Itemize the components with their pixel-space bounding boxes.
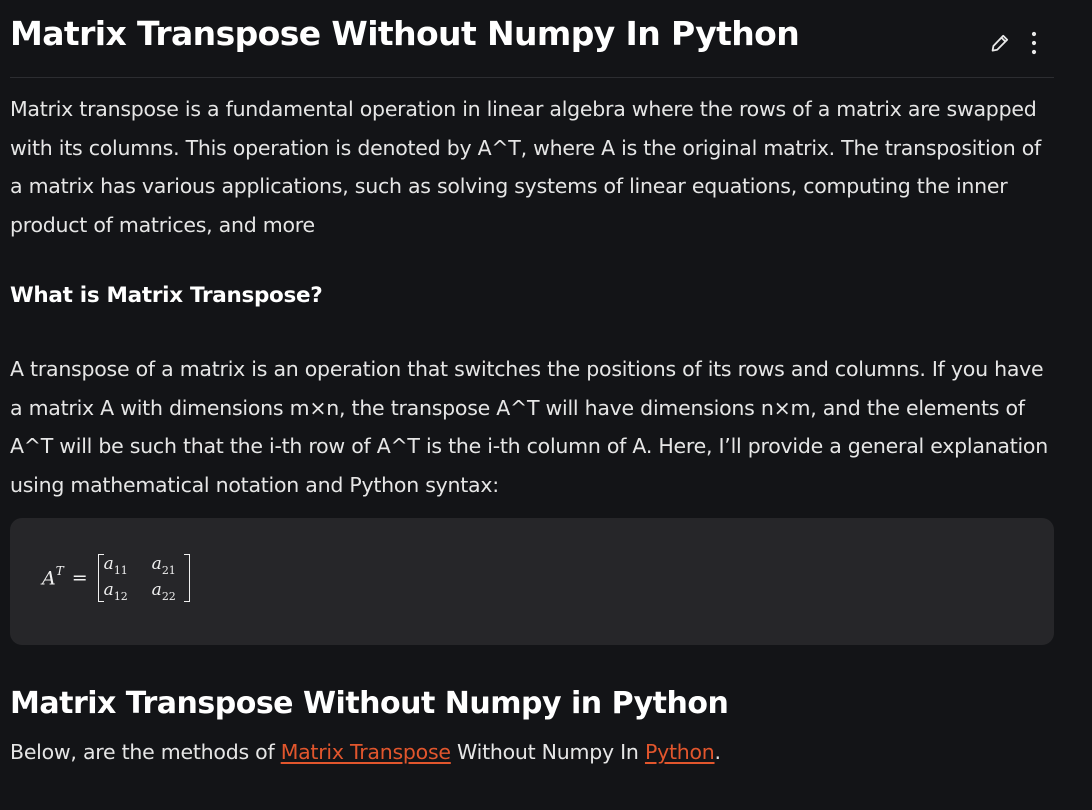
transpose-formula: AT = a11 a21 a12 a22 (42, 552, 190, 604)
matrix-cell-base: a (103, 553, 114, 574)
methods-intro-prefix: Below, are the methods of (10, 740, 281, 764)
more-vertical-icon[interactable] (1024, 30, 1044, 56)
matrix-cell: a12 (103, 579, 152, 604)
matrix-cell: a22 (151, 579, 186, 604)
matrix-cell-sub: 12 (113, 590, 128, 604)
matrix: a11 a21 a12 a22 (97, 552, 190, 604)
section-heading-methods: Matrix Transpose Without Numpy in Python (10, 686, 729, 721)
matrix-cell-base: a (103, 579, 114, 600)
matrix-transpose-link[interactable]: Matrix Transpose (281, 740, 451, 764)
matrix-cell: a11 (103, 553, 152, 578)
math-block: AT = a11 a21 a12 a22 (10, 518, 1054, 645)
page-title: Matrix Transpose Without Numpy In Python (10, 14, 800, 53)
matrix-cell: a21 (151, 553, 186, 578)
article-header: Matrix Transpose Without Numpy In Python (10, 0, 1054, 78)
matrix-cell-sub: 22 (161, 590, 176, 604)
formula-equals: = (71, 567, 88, 589)
article: Matrix Transpose Without Numpy In Python… (10, 0, 1054, 764)
header-actions (990, 30, 1044, 56)
matrix-cell-sub: 11 (113, 564, 128, 578)
intro-paragraph: Matrix transpose is a fundamental operat… (10, 97, 1042, 237)
section-heading-what-is: What is Matrix Transpose? (10, 283, 323, 308)
formula-lhs-sup: T (55, 564, 64, 579)
matrix-cell-base: a (151, 579, 162, 600)
matrix-cell-sub: 21 (161, 564, 176, 578)
definition-paragraph: A transpose of a matrix is an operation … (10, 357, 1048, 497)
matrix-cell-base: a (151, 553, 162, 574)
methods-intro-suffix: . (714, 740, 722, 764)
python-link[interactable]: Python (645, 740, 715, 764)
methods-intro-line: Below, are the methods of Matrix Transpo… (10, 733, 721, 771)
methods-intro-middle: Without Numpy In (450, 740, 645, 764)
formula-lhs: AT (42, 564, 64, 590)
pencil-icon[interactable] (990, 30, 1010, 56)
formula-lhs-base: A (42, 567, 56, 590)
